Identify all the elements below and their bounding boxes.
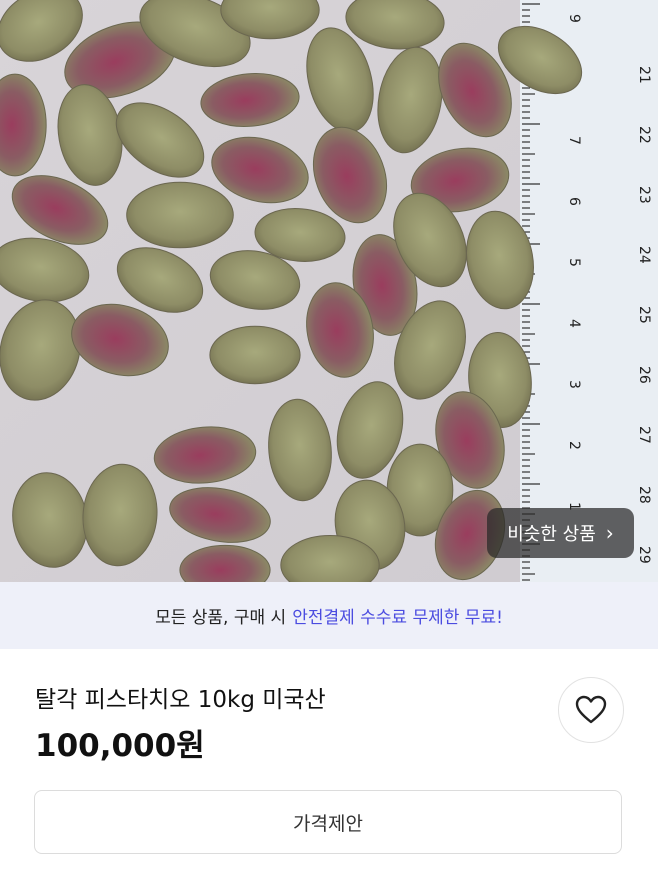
ruler-number: 3 <box>566 380 582 389</box>
safe-payment-banner[interactable]: 모든 상품, 구매 시 안전결제 수수료 무제한 무료! <box>0 582 658 649</box>
ruler-number: 5 <box>566 258 582 267</box>
ruler-number: 2 <box>566 441 582 450</box>
ruler-number: 7 <box>566 136 582 145</box>
ruler-number: 22 <box>636 126 652 144</box>
ruler-number: 4 <box>566 319 582 328</box>
like-button[interactable] <box>558 677 624 743</box>
similar-products-label: 비슷한 상품 <box>507 524 596 545</box>
promo-prefix: 모든 상품, 구매 시 <box>155 608 287 628</box>
pistachio-image: 987654321 21222324252627282930 <box>0 0 658 582</box>
product-title: 탈각 피스타치오 10kg 미국산 <box>35 687 326 713</box>
ruler-number: 24 <box>636 246 652 264</box>
ruler-number: 23 <box>636 186 652 204</box>
chevron-right-icon: › <box>605 521 614 545</box>
ruler-number: 21 <box>636 66 652 84</box>
ruler-number: 28 <box>636 486 652 504</box>
ruler-number: 27 <box>636 426 652 444</box>
ruler-number: 29 <box>636 546 652 564</box>
product-price: 100,000원 <box>35 728 205 764</box>
product-photo[interactable]: 987654321 21222324252627282930 비슷한 상품 › <box>0 0 658 582</box>
ruler-number: 26 <box>636 366 652 384</box>
price-offer-button[interactable]: 가격제안 <box>34 790 622 854</box>
heart-icon <box>575 695 607 724</box>
ruler-number: 9 <box>566 14 582 23</box>
similar-products-button[interactable]: 비슷한 상품 › <box>487 508 634 558</box>
pistachio-nut <box>126 181 234 249</box>
pistachio-nut <box>209 325 301 385</box>
promo-highlight: 안전결제 수수료 무제한 무료! <box>292 608 503 628</box>
ruler-number: 6 <box>566 197 582 206</box>
ruler-number: 25 <box>636 306 652 324</box>
price-offer-label: 가격제안 <box>293 812 363 835</box>
